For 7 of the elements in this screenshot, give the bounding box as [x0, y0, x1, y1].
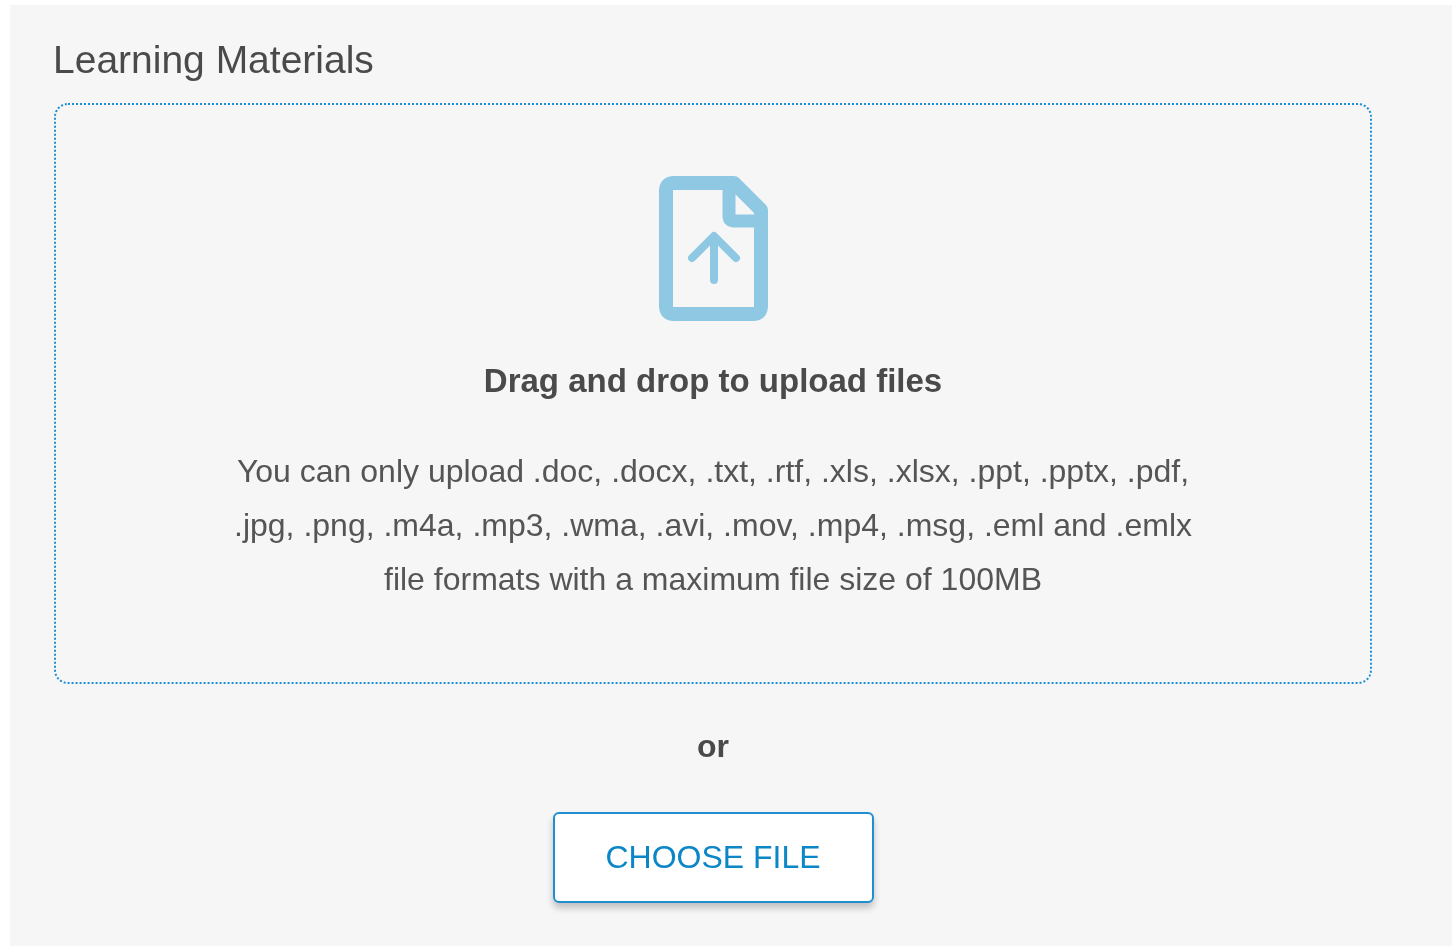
drop-heading: Drag and drop to upload files	[483, 361, 943, 401]
drop-zone[interactable]	[54, 103, 1372, 684]
choose-file-button[interactable]: CHOOSE FILE	[552, 812, 874, 903]
file-format-info: You can only upload .doc, .docx, .txt, .rtf, .xls, .xlsx, .ppt, .pptx, .pdf, .jpg, .png, .m4a, .mp3, .wma, .avi, .mov, .mp4, .msg, .eml and .emlx file formats with a maximum file size of 100MB	[233, 452, 1193, 599]
or-separator: or	[697, 727, 729, 765]
section-title: Learning Materials	[53, 37, 374, 83]
file-upload-icon	[658, 176, 768, 321]
